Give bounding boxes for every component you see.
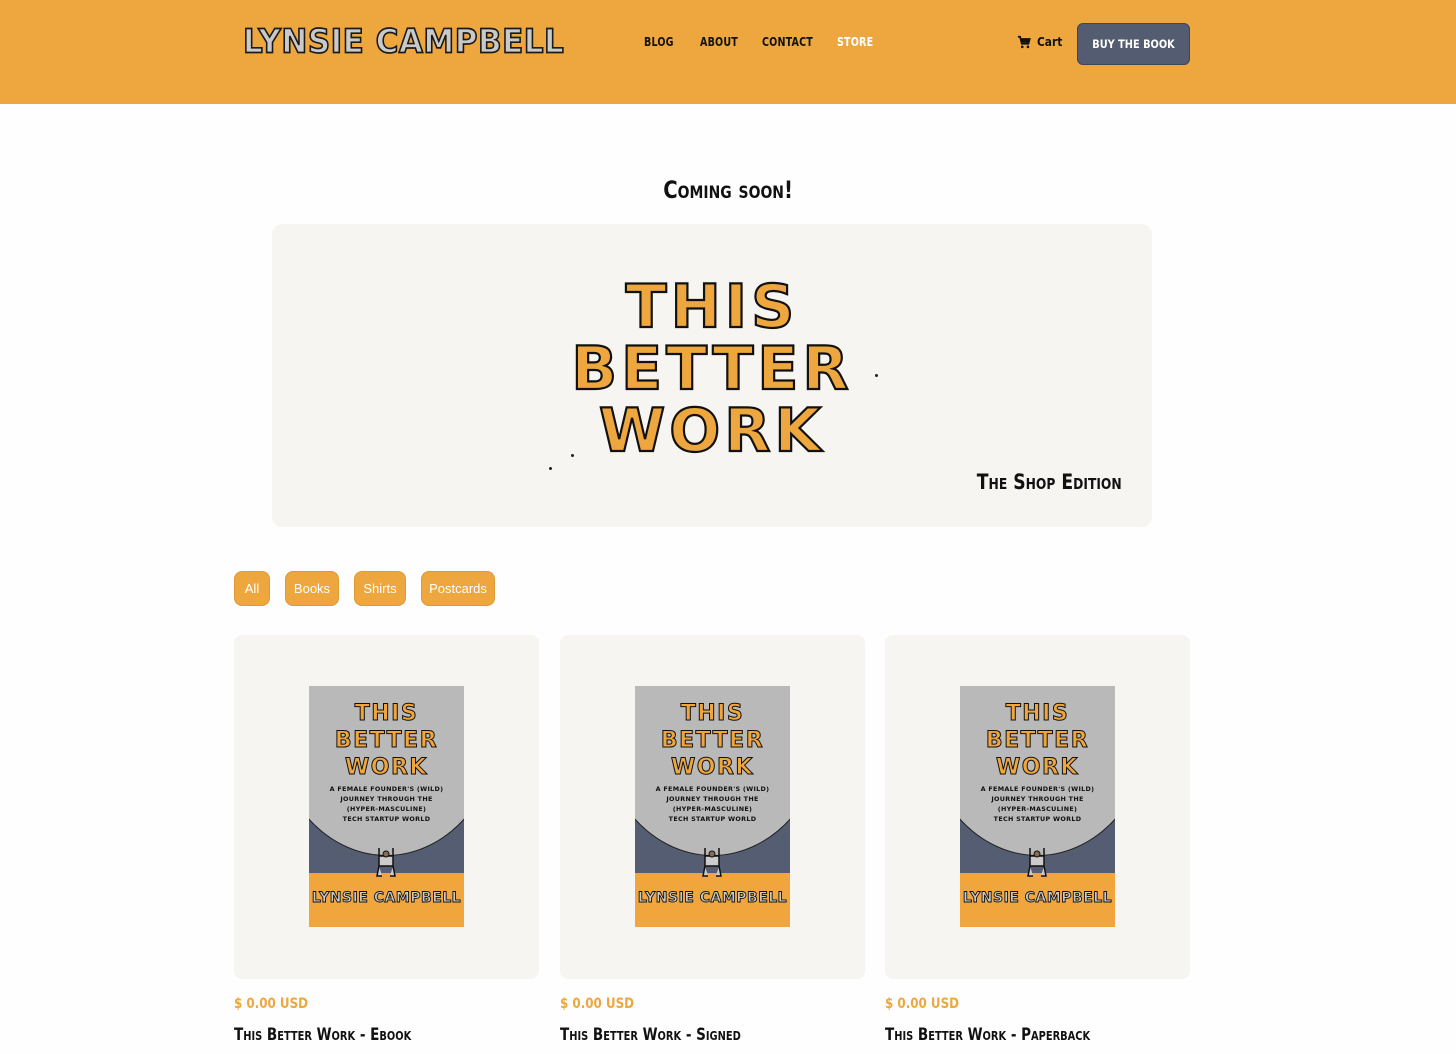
filter-books[interactable]: Books xyxy=(285,571,339,606)
cover-title: THIS BETTER WORK xyxy=(334,701,439,781)
filter-all[interactable]: All xyxy=(234,571,270,606)
cover-subtitle-line: TECH STARTUP WORLD xyxy=(993,815,1082,823)
cover-author: LYNSIE CAMPBELL xyxy=(637,890,788,907)
cover-subtitle-line: (HYPER-MASCULINE) xyxy=(672,805,753,813)
product-price: $ 0.00 USD xyxy=(885,996,960,1012)
decorative-dot xyxy=(875,374,878,377)
cart-icon xyxy=(1017,35,1031,48)
product-card[interactable]: THIS BETTER WORK A FEMALE FOUNDER'S (WILD)… xyxy=(560,635,865,979)
cover-title: THIS BETTER WORK xyxy=(660,701,765,781)
product-price: $ 0.00 USD xyxy=(560,996,635,1012)
cover-subtitle-line: TECH STARTUP WORLD xyxy=(342,815,431,823)
figure-illustration xyxy=(702,848,722,877)
product-card[interactable]: THIS BETTER WORK A FEMALE FOUNDER'S (WILD)… xyxy=(885,635,1190,979)
decorative-dot xyxy=(549,467,552,470)
site-header: LYNSIE CAMPBELL BLOG ABOUT CONTACT STORE… xyxy=(0,0,1456,104)
cart-label: Cart xyxy=(1037,34,1063,49)
cover-author: LYNSIE CAMPBELL xyxy=(962,890,1113,907)
filter-shirts[interactable]: Shirts xyxy=(354,571,406,606)
figure-illustration xyxy=(1027,848,1047,877)
cover-author: LYNSIE CAMPBELL xyxy=(311,890,462,907)
cover-subtitle-line: (HYPER-MASCULINE) xyxy=(346,805,427,813)
nav-store[interactable]: STORE xyxy=(837,34,873,49)
figure-illustration xyxy=(376,848,396,877)
book-cover-image: THIS BETTER WORK A FEMALE FOUNDER'S (WILD)… xyxy=(960,686,1115,927)
site-logo[interactable]: LYNSIE CAMPBELL xyxy=(242,22,564,61)
cover-subtitle: A FEMALE FOUNDER'S (WILD) JOURNEY THROUG… xyxy=(960,784,1115,824)
nav-blog[interactable]: BLOG xyxy=(644,34,674,49)
nav-about[interactable]: ABOUT xyxy=(700,34,738,49)
book-cover-image: THIS BETTER WORK A FEMALE FOUNDER'S (WILD)… xyxy=(635,686,790,927)
cart-link[interactable]: Cart xyxy=(1017,34,1067,49)
cover-subtitle: A FEMALE FOUNDER'S (WILD) JOURNEY THROUG… xyxy=(309,784,464,824)
hero-title-line: BETTER xyxy=(570,334,853,404)
cover-subtitle-line: TECH STARTUP WORLD xyxy=(668,815,757,823)
page-heading: Coming soon! xyxy=(663,176,793,204)
decorative-dot xyxy=(571,454,574,457)
cover-subtitle-line: (HYPER-MASCULINE) xyxy=(997,805,1078,813)
cover-subtitle: A FEMALE FOUNDER'S (WILD) JOURNEY THROUG… xyxy=(635,784,790,824)
nav-contact[interactable]: CONTACT xyxy=(762,34,813,49)
buy-the-book-label: BUY THE BOOK xyxy=(1092,37,1175,51)
product-price: $ 0.00 USD xyxy=(234,996,309,1012)
product-card[interactable]: THIS BETTER WORK A FEMALE FOUNDER'S (WILD)… xyxy=(234,635,539,979)
hero-banner: THIS BETTER WORK The Shop Edition xyxy=(272,224,1152,527)
cover-subtitle-line: A FEMALE FOUNDER'S (WILD) xyxy=(329,785,444,793)
cover-subtitle-line: JOURNEY THROUGH THE xyxy=(666,795,759,803)
cover-subtitle-line: A FEMALE FOUNDER'S (WILD) xyxy=(655,785,770,793)
cover-subtitle-line: A FEMALE FOUNDER'S (WILD) xyxy=(980,785,1095,793)
hero-subtitle: The Shop Edition xyxy=(977,470,1122,494)
book-cover-image: THIS BETTER WORK A FEMALE FOUNDER'S (WILD)… xyxy=(309,686,464,927)
buy-the-book-button[interactable]: BUY THE BOOK xyxy=(1077,23,1190,65)
hero-title-line: WORK xyxy=(598,396,825,466)
product-name[interactable]: This Better Work - Signed xyxy=(560,1025,741,1044)
hero-title: THIS BETTER WORK xyxy=(272,272,1152,466)
hero-title-line: THIS xyxy=(625,272,799,342)
product-name[interactable]: This Better Work - Paperback xyxy=(885,1025,1090,1044)
filter-postcards[interactable]: Postcards xyxy=(421,571,495,606)
product-name[interactable]: This Better Work - Ebook xyxy=(234,1025,411,1044)
cover-title: THIS BETTER WORK xyxy=(985,701,1090,781)
cover-subtitle-line: JOURNEY THROUGH THE xyxy=(991,795,1084,803)
cover-subtitle-line: JOURNEY THROUGH THE xyxy=(340,795,433,803)
